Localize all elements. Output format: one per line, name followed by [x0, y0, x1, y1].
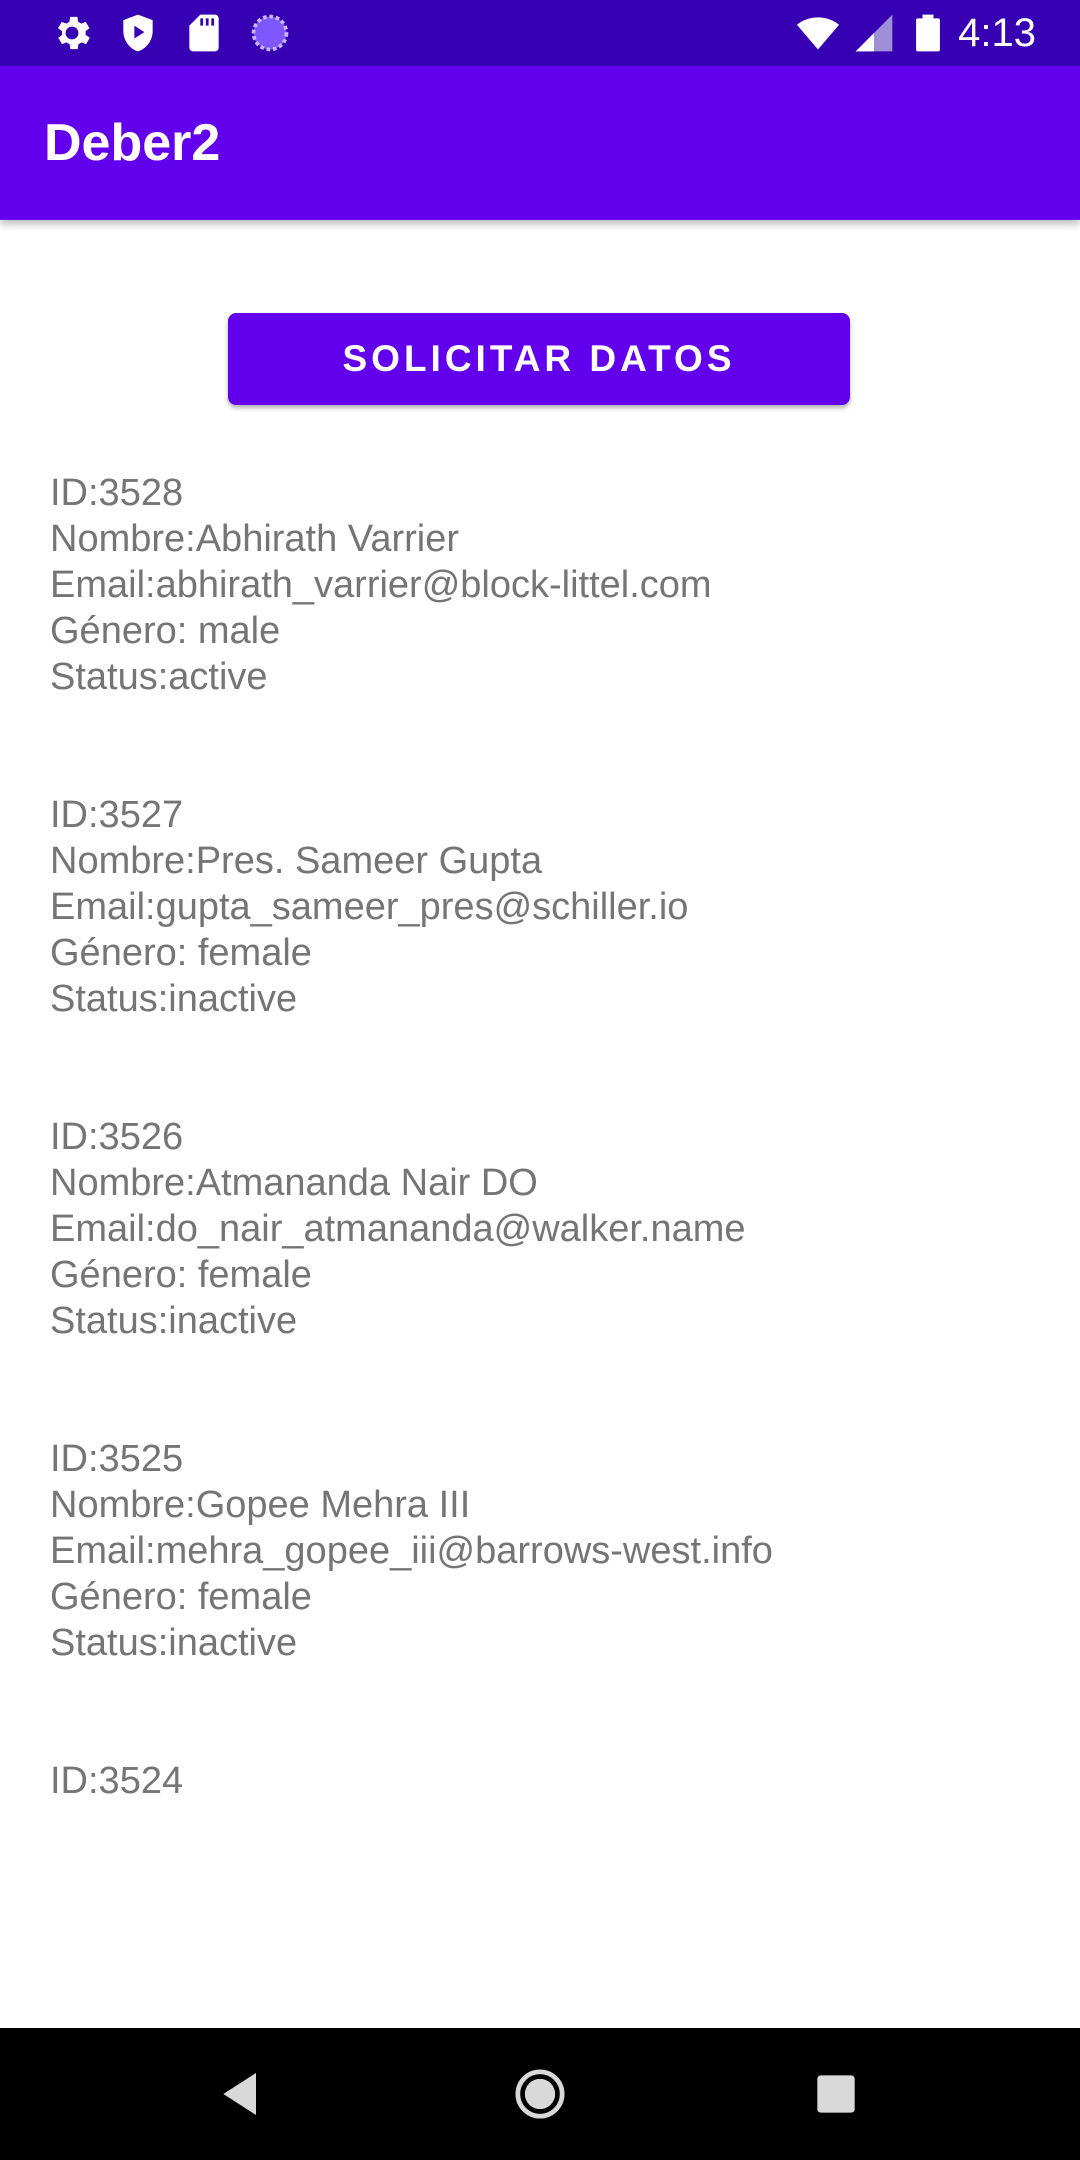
record-id: ID:3526 — [50, 1116, 184, 1158]
record-status: Status:inactive — [50, 978, 298, 1020]
record-email: Email:gupta_sameer_pres@schiller.io — [50, 886, 689, 928]
record-item: ID:3525 Nombre:Gopee Mehra III Email:meh… — [50, 1436, 1050, 1666]
recents-icon[interactable] — [808, 2066, 864, 2122]
status-bar: 4:13 — [0, 0, 1080, 66]
home-icon[interactable] — [512, 2066, 568, 2122]
record-id: ID:3528 — [50, 472, 184, 514]
record-email: Email:abhirath_varrier@block-littel.com — [50, 564, 712, 606]
app-title: Deber2 — [44, 114, 221, 172]
record-gender: Género: female — [50, 1254, 312, 1296]
record-name: Nombre:Gopee Mehra III — [50, 1484, 471, 1526]
record-id: ID:3527 — [50, 794, 184, 836]
record-name: Nombre:Pres. Sameer Gupta — [50, 840, 543, 882]
navigation-bar — [0, 2028, 1080, 2160]
shield-play-icon — [116, 11, 160, 55]
gear-icon — [50, 11, 94, 55]
record-gender: Género: female — [50, 932, 312, 974]
record-status: Status:active — [50, 656, 268, 698]
record-status: Status:inactive — [50, 1622, 298, 1664]
record-id: ID:3524 — [50, 1760, 184, 1802]
battery-icon — [906, 11, 950, 55]
record-item: ID:3528 Nombre:Abhirath Varrier Email:ab… — [50, 470, 1050, 700]
record-email: Email:mehra_gopee_iii@barrows-west.info — [50, 1530, 773, 1572]
record-name: Nombre:Atmananda Nair DO — [50, 1162, 538, 1204]
signal-icon — [852, 11, 896, 55]
record-gender: Género: female — [50, 1576, 312, 1618]
sd-card-icon — [182, 11, 226, 55]
record-status: Status:inactive — [50, 1300, 298, 1342]
status-time: 4:13 — [958, 11, 1036, 55]
back-icon[interactable] — [214, 2066, 270, 2122]
app-bar: Deber2 — [0, 66, 1080, 220]
wifi-icon — [796, 11, 840, 55]
request-data-button[interactable]: SOLICITAR DATOS — [228, 313, 850, 405]
record-item: ID:3526 Nombre:Atmananda Nair DO Email:d… — [50, 1114, 1050, 1344]
record-item: ID:3527 Nombre:Pres. Sameer Gupta Email:… — [50, 792, 1050, 1022]
record-gender: Género: male — [50, 610, 281, 652]
record-name: Nombre:Abhirath Varrier — [50, 518, 460, 560]
record-email: Email:do_nair_atmananda@walker.name — [50, 1208, 746, 1250]
app-screen: 4:13 Deber2 SOLICITAR DATOS ID:3528 Nomb… — [0, 0, 1080, 2160]
record-item: ID:3524 — [50, 1758, 1050, 1804]
record-id: ID:3525 — [50, 1438, 184, 1480]
records-list: ID:3528 Nombre:Abhirath Varrier Email:ab… — [50, 470, 1050, 1896]
spinner-icon — [248, 11, 292, 55]
